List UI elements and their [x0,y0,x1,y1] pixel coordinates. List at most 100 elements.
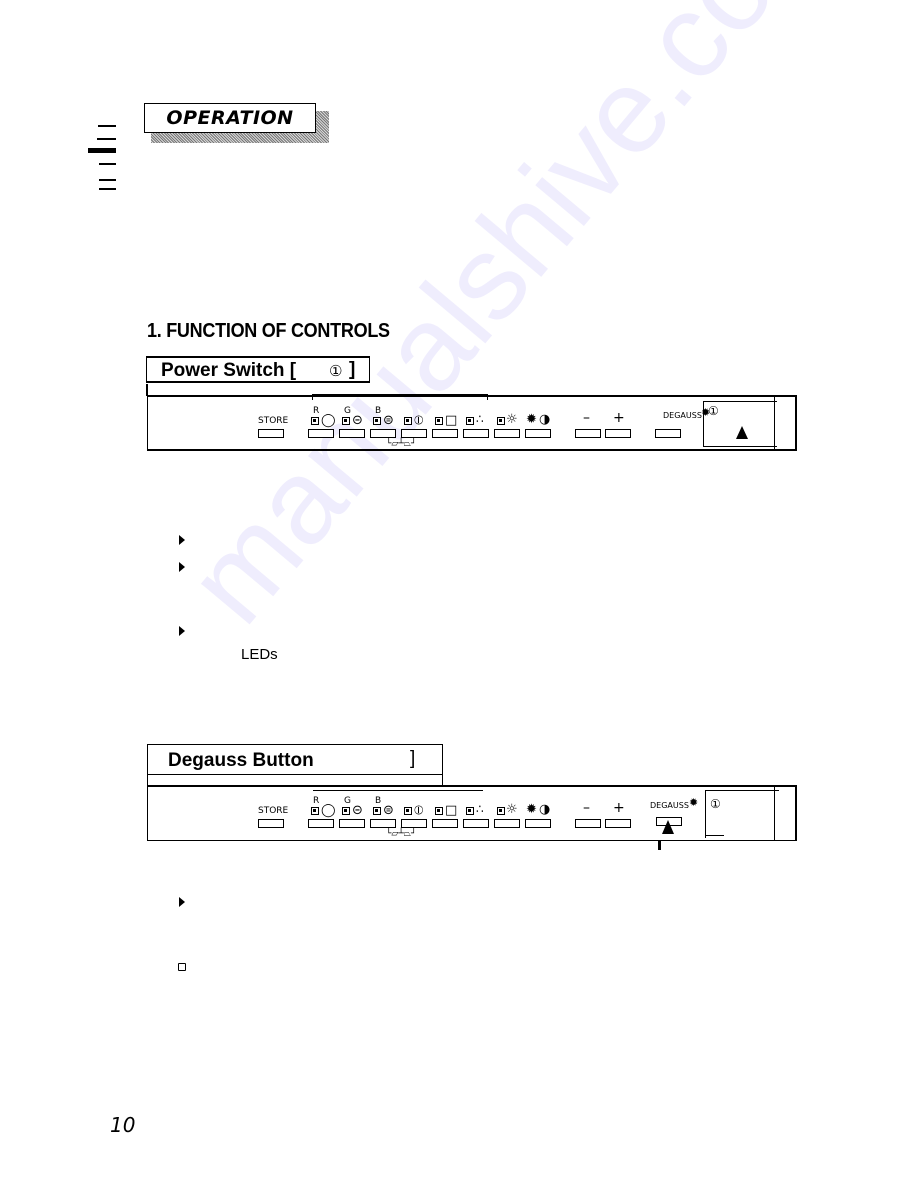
led-pincushion [404,807,412,815]
pincushion-icon: ⦶ [414,803,424,818]
power-switch-area: ① [703,401,777,447]
bullet-icon [179,897,185,907]
contrast-button[interactable] [525,429,551,438]
bullet-icon [179,562,185,572]
width-button[interactable] [339,819,365,828]
plus-label: + [613,410,625,426]
panel-right-edge [774,397,795,449]
pincushion-button[interactable] [401,819,427,828]
power-switch-bracket: ] [349,359,356,380]
power-symbol-icon: ① [329,362,343,380]
led-width [342,417,350,425]
pincushion-button[interactable] [401,429,427,438]
rgb-bracket [312,394,488,400]
degauss-star-icon: ✹ [689,796,699,809]
width-button[interactable] [339,429,365,438]
minus-button[interactable] [575,429,601,438]
power-switch-header: Power Switch [ ① ] [146,356,370,383]
b-label: B [375,796,382,806]
leds-text: LEDs [241,646,278,663]
operation-banner: OPERATION [144,103,316,133]
led-pincushion [404,417,412,425]
minus-label: – [583,410,590,426]
power-symbol-icon: ① [710,797,721,811]
size-button[interactable] [308,429,334,438]
convergence-icon: ∴ [476,802,484,816]
brightness-button[interactable] [494,429,520,438]
store-button[interactable] [258,819,284,828]
position-icon: □ [445,413,458,428]
power-switch-title: Power Switch [ [161,360,296,382]
note-square-icon [178,963,186,971]
g-label: G [344,406,351,416]
rgb-bracket [313,790,483,795]
led-brightness [497,417,505,425]
led-size [311,807,319,815]
convergence-icon: ∴ [476,412,484,426]
led-brightness [497,807,505,815]
height-button[interactable] [370,429,396,438]
degauss-bracket: ] [410,748,416,769]
store-button[interactable] [258,429,284,438]
store-label: STORE [258,416,289,426]
degauss-button[interactable] [655,429,681,438]
b-label: B [375,406,382,416]
page-number: 10 [110,1113,136,1137]
convergence-button[interactable] [463,819,489,828]
brightness-icon: ☼ [506,412,518,427]
height-icon: ⊜ [383,803,394,818]
position-button[interactable] [432,819,458,828]
store-label: STORE [258,806,289,816]
led-position [435,807,443,815]
led-position [435,417,443,425]
led-convergence [466,417,474,425]
degauss-header: Degauss Button ] [147,744,443,785]
pincushion-icon: ⦶ [414,413,424,428]
r-label: R [313,796,320,806]
tilt-trapezoid-icons: └▱┴⏢┘ [386,829,417,839]
contrast-icon: ◑ [539,802,551,817]
position-icon: □ [445,803,458,818]
degauss-label: DEGAUSS [663,411,702,420]
tilt-trapezoid-icons: └▱┴⏢┘ [386,439,417,449]
r-label: R [313,406,320,416]
power-switch-area: ① [705,790,779,838]
power-switch-title-text: Power Switch [ [161,360,297,381]
width-icon: ⊝ [352,803,363,818]
contrast-star-icon: ✹ [526,412,537,427]
size-icon: ◯ [321,803,336,818]
power-symbol-icon: ① [708,404,719,418]
led-convergence [466,807,474,815]
minus-button[interactable] [575,819,601,828]
bullet-icon [179,535,185,545]
plus-button[interactable] [605,429,631,438]
control-panel-power: STORE R G B ◯ ⊝ ⊜ ⦶ □ └▱┴⏢┘ ∴ ☼ ✹ ◑ – + … [147,394,797,451]
convergence-button[interactable] [463,429,489,438]
panel-right-edge [774,787,795,840]
arrow-stem [658,840,661,850]
contrast-star-icon: ✹ [526,802,537,817]
control-panel-degauss: STORE R G B ◯ ⊝ ⊜ ⦶ □ └▱┴⏢┘ ∴ ☼ ✹ ◑ – + … [147,785,797,841]
led-size [311,417,319,425]
size-button[interactable] [308,819,334,828]
led-height [373,807,381,815]
led-height [373,417,381,425]
brightness-button[interactable] [494,819,520,828]
plus-label: + [613,800,625,816]
height-icon: ⊜ [383,413,394,428]
width-icon: ⊝ [352,413,363,428]
size-icon: ◯ [321,413,336,428]
minus-label: – [583,800,590,816]
position-button[interactable] [432,429,458,438]
brightness-icon: ☼ [506,802,518,817]
arrow-up-icon [662,820,674,834]
degauss-label: DEGAUSS [650,801,689,810]
banner-title: OPERATION [166,107,294,129]
degauss-title: Degauss Button [168,750,314,771]
plus-button[interactable] [605,819,631,828]
section-heading: 1. FUNCTION OF CONTROLS [147,320,390,342]
contrast-button[interactable] [525,819,551,828]
arrow-up-icon [736,426,748,439]
height-button[interactable] [370,819,396,828]
contrast-icon: ◑ [539,412,551,427]
